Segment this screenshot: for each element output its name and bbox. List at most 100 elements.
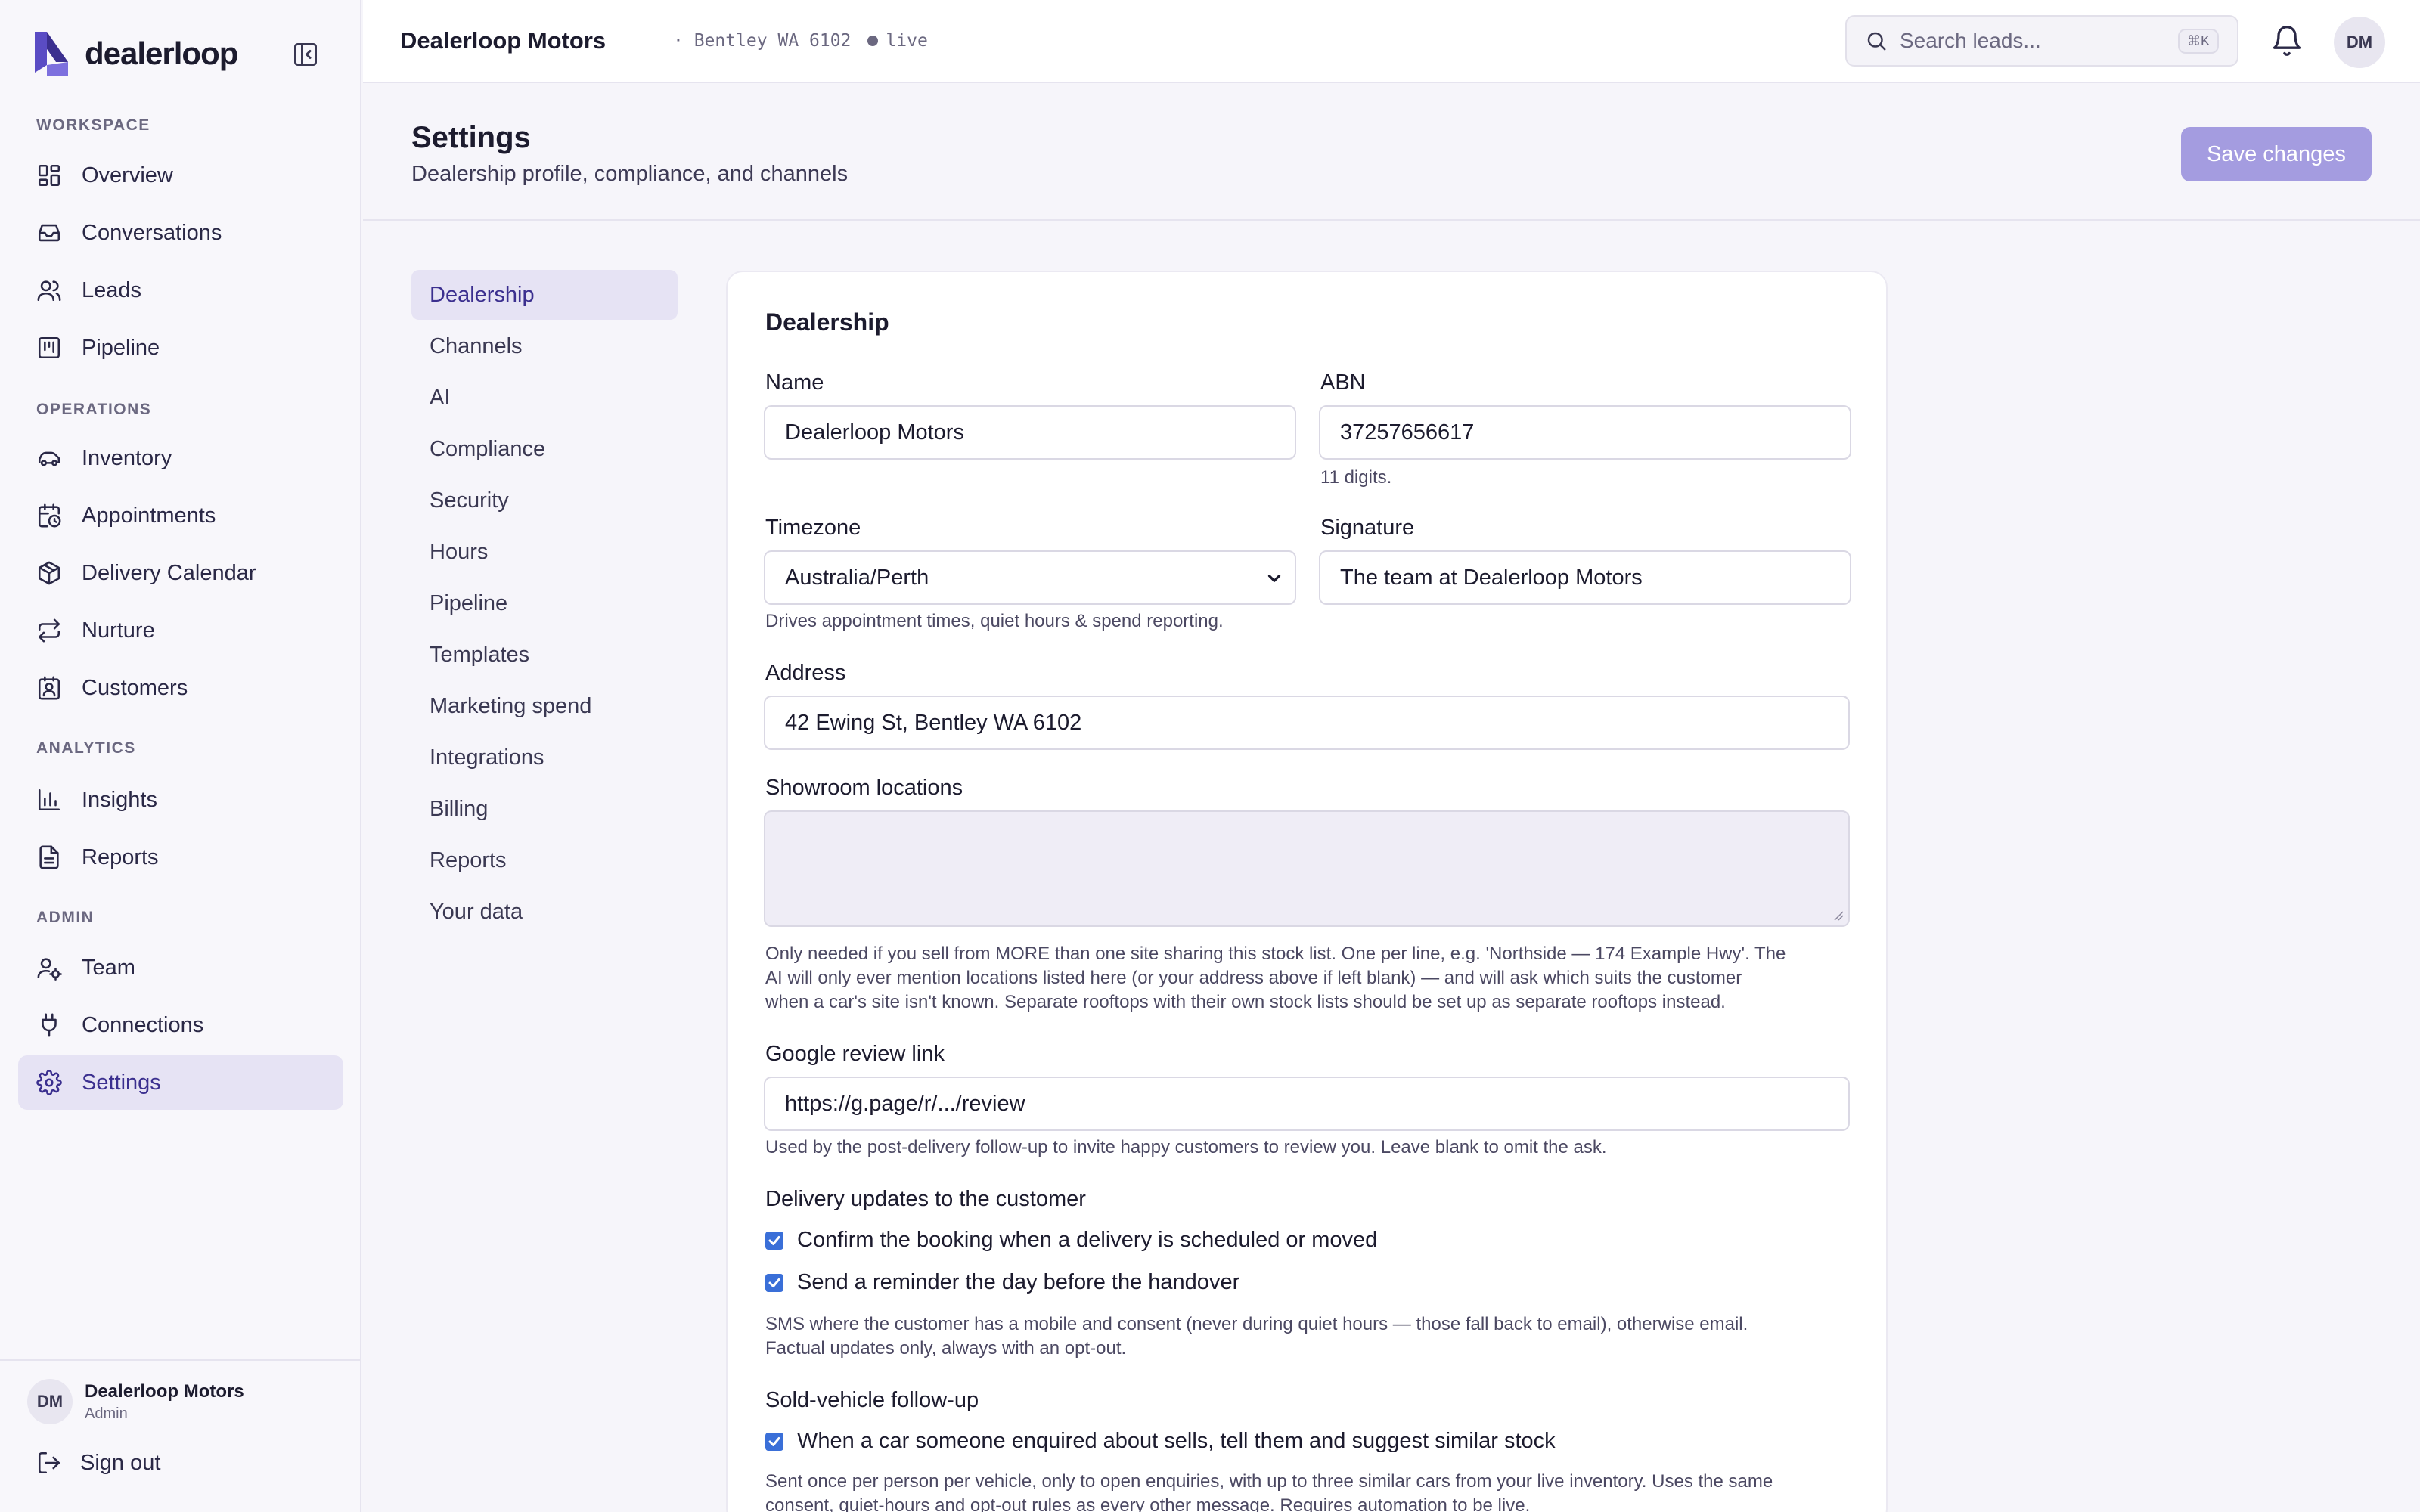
sidebar-item-label: Reports [82, 844, 159, 869]
abn-field[interactable]: 37257656617 [1319, 405, 1851, 460]
top-bar: Dealerloop Motors · Bentley WA 6102 live… [363, 0, 2420, 83]
signature-value: The team at Dealerloop Motors [1340, 565, 1643, 590]
kanban-icon [38, 336, 60, 359]
sidebar-item-overview[interactable]: Overview [18, 148, 343, 203]
name-value: Dealerloop Motors [785, 420, 964, 445]
resize-handle-icon[interactable] [1832, 909, 1844, 921]
address-label: Address [765, 661, 846, 685]
tab-pipeline[interactable]: Pipeline [411, 578, 678, 628]
brand-logo[interactable]: dealerloop [33, 32, 238, 76]
sidebar-item-label: Customers [82, 675, 188, 700]
tab-channels[interactable]: Channels [411, 321, 678, 371]
section-label-operations: OPERATIONS [36, 401, 152, 418]
sidebar-item-pipeline[interactable]: Pipeline [18, 321, 343, 375]
chevron-down-icon [1267, 575, 1281, 582]
sidebar-item-customers[interactable]: Customers [18, 661, 343, 715]
reminder-label: Send a reminder the day before the hando… [797, 1270, 1240, 1294]
sidebar-item-delivery-calendar[interactable]: Delivery Calendar [18, 546, 343, 600]
confirm-booking-option[interactable]: Confirm the booking when a delivery is s… [765, 1228, 1377, 1253]
sidebar-item-label: Connections [82, 1012, 204, 1037]
checkmark-icon [768, 1278, 780, 1287]
contact-icon [38, 676, 60, 700]
address-value: 42 Ewing St, Bentley WA 6102 [785, 710, 1082, 735]
logout-icon [38, 1452, 60, 1474]
name-label: Name [765, 370, 824, 395]
abn-label: ABN [1320, 370, 1366, 395]
calendar-clock-icon [38, 503, 61, 528]
sidebar-item-connections[interactable]: Connections [18, 998, 343, 1052]
tab-marketing-spend[interactable]: Marketing spend [411, 681, 678, 731]
tab-ai[interactable]: AI [411, 373, 678, 423]
user-avatar[interactable]: DM [2334, 17, 2385, 68]
sold-vehicle-option[interactable]: When a car someone enquired about sells,… [765, 1429, 1556, 1454]
signature-label: Signature [1320, 516, 1415, 540]
sidebar-item-conversations[interactable]: Conversations [18, 206, 343, 260]
sidebar-item-label: Nurture [82, 618, 155, 643]
sidebar-item-label: Insights [82, 787, 157, 812]
save-changes-button[interactable]: Save changes [2181, 127, 2372, 181]
help-line: consent, quiet-hours and opt-out rules a… [765, 1495, 1531, 1512]
reminder-checkbox[interactable] [765, 1273, 783, 1292]
sign-out-label: Sign out [80, 1450, 161, 1475]
page-header: Settings Dealership profile, compliance,… [363, 85, 2420, 221]
bar-chart-icon [38, 789, 60, 811]
sidebar-item-label: Settings [82, 1070, 161, 1095]
tab-your-data[interactable]: Your data [411, 887, 678, 937]
tab-reports[interactable]: Reports [411, 835, 678, 885]
search-box[interactable]: ⌘K [1845, 15, 2238, 67]
timezone-select[interactable]: Australia/Perth [764, 550, 1296, 605]
address-field[interactable]: 42 Ewing St, Bentley WA 6102 [764, 696, 1850, 750]
sidebar-item-label: Delivery Calendar [82, 560, 256, 585]
sidebar-item-label: Inventory [82, 445, 172, 470]
dealership-meta: · Bentley WA 6102 live [673, 31, 928, 51]
sidebar-item-settings[interactable]: Settings [18, 1055, 343, 1110]
review-link-field[interactable]: https://g.page/r/.../review [764, 1077, 1850, 1131]
tab-dealership[interactable]: Dealership [411, 270, 678, 320]
abn-help: 11 digits. [1320, 467, 1392, 488]
file-text-icon [39, 845, 59, 869]
reminder-option[interactable]: Send a reminder the day before the hando… [765, 1270, 1239, 1295]
sold-vehicle-heading: Sold-vehicle follow-up [765, 1388, 979, 1412]
collapse-sidebar-icon[interactable] [292, 41, 319, 68]
sidebar-item-appointments[interactable]: Appointments [18, 488, 343, 543]
section-label-admin: ADMIN [36, 909, 95, 926]
account-card[interactable]: DM Dealerloop Motors Admin [27, 1379, 244, 1424]
sidebar-item-team[interactable]: Team [18, 940, 343, 995]
user-cog-icon [37, 958, 62, 981]
car-icon [38, 451, 60, 466]
checkmark-icon [768, 1235, 780, 1245]
sidebar-item-label: Appointments [82, 503, 216, 528]
showroom-textarea[interactable] [764, 810, 1850, 927]
tab-security[interactable]: Security [411, 476, 678, 525]
search-input[interactable] [1900, 29, 2172, 53]
confirm-booking-checkbox[interactable] [765, 1231, 783, 1250]
notifications-bell-icon[interactable] [2270, 24, 2304, 57]
sidebar-item-nurture[interactable]: Nurture [18, 603, 343, 658]
sidebar-footer: DM Dealerloop Motors Admin Sign out [0, 1359, 361, 1512]
timezone-label: Timezone [765, 516, 861, 540]
tab-integrations[interactable]: Integrations [411, 733, 678, 782]
sidebar-item-insights[interactable]: Insights [18, 773, 343, 827]
sidebar-item-reports[interactable]: Reports [18, 830, 343, 885]
showroom-label: Showroom locations [765, 776, 963, 800]
sidebar-item-inventory[interactable]: Inventory [18, 431, 343, 485]
tab-hours[interactable]: Hours [411, 527, 678, 577]
sign-out-button[interactable]: Sign out [36, 1450, 160, 1476]
gear-icon [36, 1070, 62, 1095]
tab-billing[interactable]: Billing [411, 784, 678, 834]
card-title: Dealership [765, 308, 889, 336]
status-text: live [886, 31, 928, 51]
tab-compliance[interactable]: Compliance [411, 424, 678, 474]
dealerloop-logo-icon [35, 32, 68, 76]
avatar: DM [27, 1379, 73, 1424]
signature-field[interactable]: The team at Dealerloop Motors [1319, 550, 1851, 605]
page-title: Settings [411, 121, 531, 154]
help-line: SMS where the customer has a mobile and … [765, 1314, 1748, 1334]
help-line: Only needed if you sell from MORE than o… [765, 943, 1786, 964]
tab-templates[interactable]: Templates [411, 630, 678, 680]
sidebar-item-leads[interactable]: Leads [18, 263, 343, 318]
sold-vehicle-checkbox[interactable] [765, 1432, 783, 1451]
name-field[interactable]: Dealerloop Motors [764, 405, 1296, 460]
account-name: Dealerloop Motors [85, 1380, 244, 1402]
help-line: Sent once per person per vehicle, only t… [765, 1471, 1773, 1492]
